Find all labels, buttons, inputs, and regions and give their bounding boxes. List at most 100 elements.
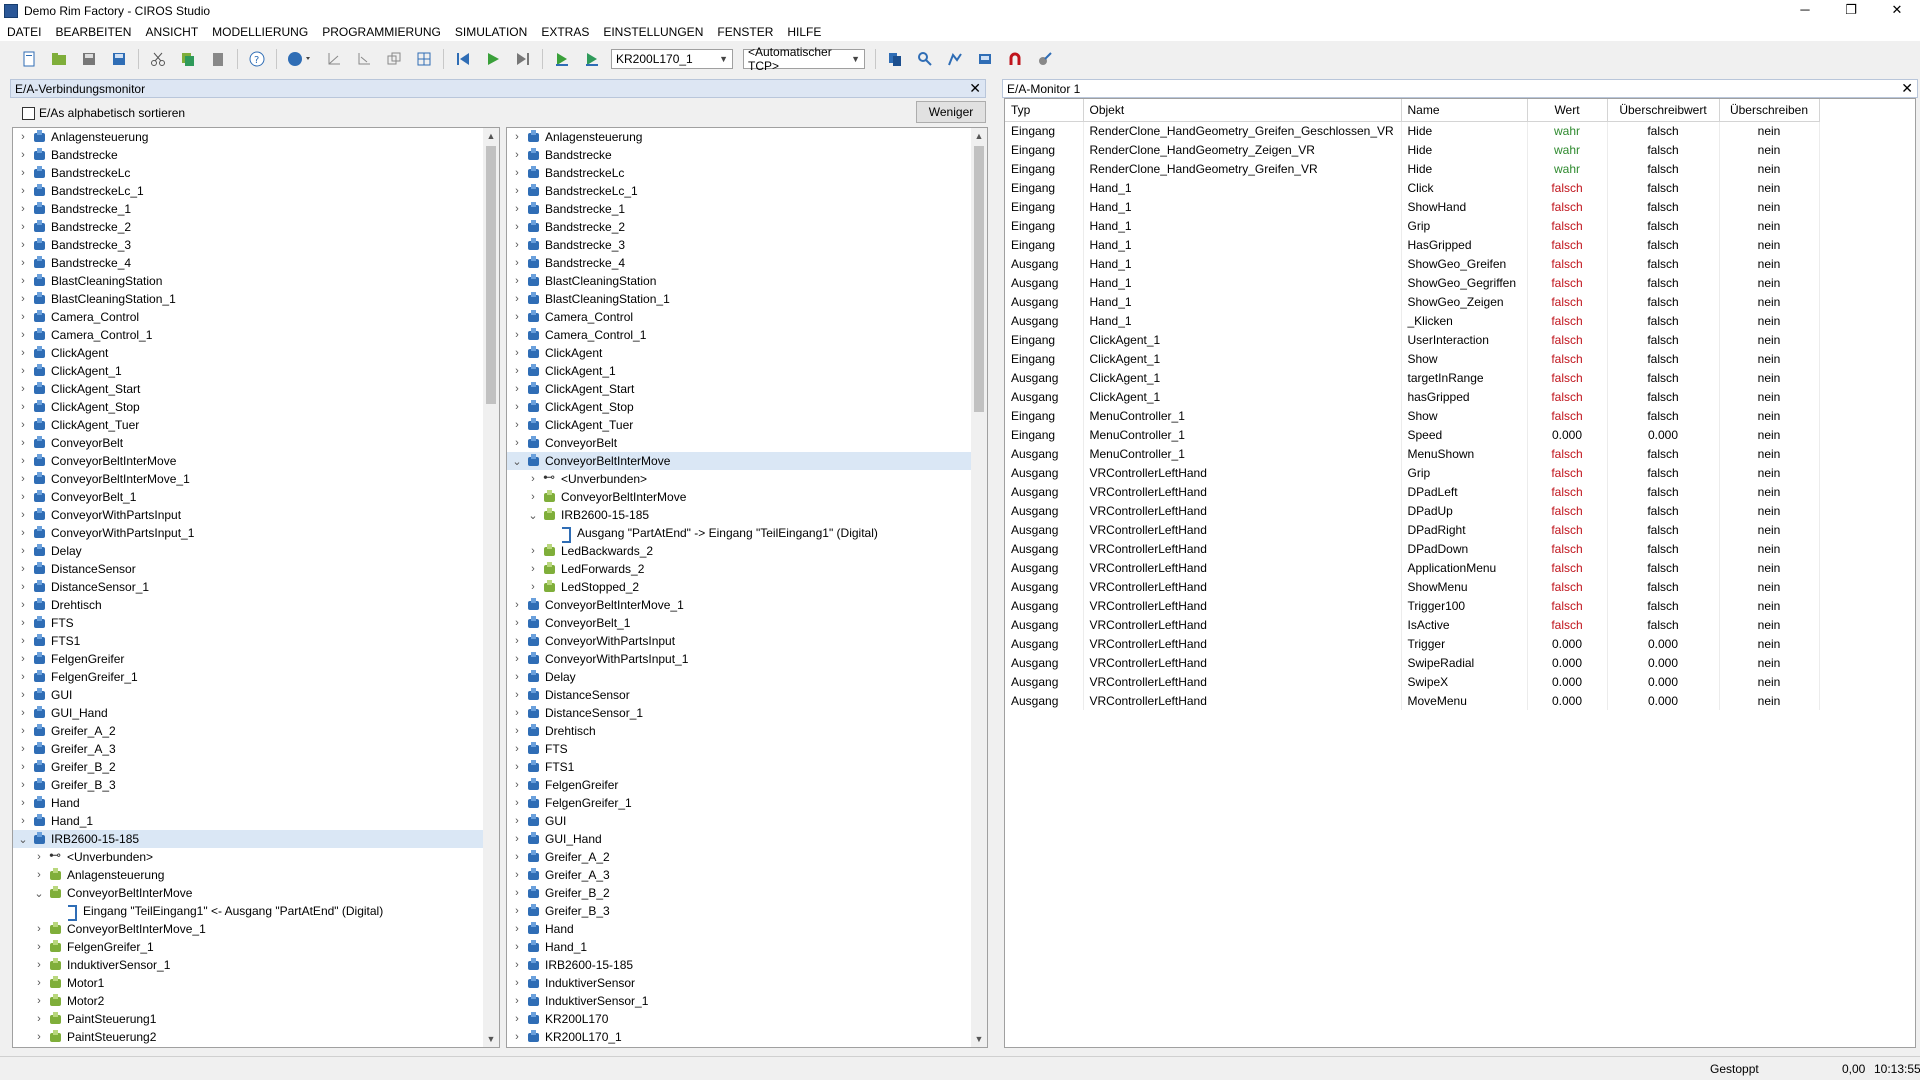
tree-item[interactable]: › Bandstrecke_3 [507,236,971,254]
tree-item[interactable]: › ClickAgent [507,344,971,362]
tcp-select[interactable]: <Automatischer TCP> ▼ [743,45,865,73]
tree-item[interactable]: › InduktiverSensor [507,974,971,992]
table-row[interactable]: Ausgang Hand_1 ShowGeo_Gegriffen falsch fals… [1005,273,1820,292]
tree-item[interactable]: › ConveyorBeltInterMove [13,452,483,470]
tree-item[interactable]: › ClickAgent [13,344,483,362]
tree-item[interactable]: › ConveyorWithPartsInput_1 [507,650,971,668]
tree-item[interactable]: › DistanceSensor [13,560,483,578]
chevron-right-icon[interactable]: › [17,617,29,629]
tree-item[interactable]: › ClickAgent_1 [13,362,483,380]
menu-extras[interactable]: EXTRAS [534,25,596,39]
close-icon[interactable]: ✕ [1901,80,1913,97]
tree-item[interactable]: › ClickAgent_Stop [507,398,971,416]
scrollbar-thumb[interactable] [974,146,984,412]
tree-item[interactable]: › GUI [13,686,483,704]
chevron-right-icon[interactable]: › [511,869,523,881]
chevron-right-icon[interactable]: › [511,365,523,377]
axis-x-icon[interactable] [323,48,345,70]
chevron-right-icon[interactable]: › [17,743,29,755]
chevron-right-icon[interactable]: › [511,149,523,161]
globe-dropdown-icon[interactable] [285,48,315,70]
chevron-right-icon[interactable]: › [17,725,29,737]
chevron-right-icon[interactable]: › [17,509,29,521]
chevron-down-icon[interactable]: ⌄ [511,455,523,468]
tree-item[interactable]: › Bandstrecke_4 [13,254,483,272]
tree-item[interactable]: › ConveyorWithPartsInput [13,506,483,524]
tree-item[interactable]: › InduktiverSensor_1 [13,956,483,974]
cell-override[interactable]: nein [1719,406,1820,425]
tree-item[interactable]: › LedStopped_2 [507,578,971,596]
tree-item[interactable]: › DistanceSensor [507,686,971,704]
cut-icon[interactable] [147,48,169,70]
tree-item[interactable]: › ConveyorBeltInterMove [507,488,971,506]
chevron-right-icon[interactable]: › [511,995,523,1007]
chevron-right-icon[interactable]: › [17,185,29,197]
tree-item[interactable]: › Camera_Control_1 [13,326,483,344]
cell-override[interactable]: nein [1719,121,1820,140]
step-icon[interactable] [512,48,534,70]
tree-item[interactable]: › Bandstrecke_3 [13,236,483,254]
chevron-right-icon[interactable]: › [511,743,523,755]
tree-item[interactable]: › Greifer_B_2 [13,758,483,776]
table-row[interactable]: Ausgang ClickAgent_1 targetInRange falsch fa… [1005,368,1820,387]
chevron-right-icon[interactable]: › [17,437,29,449]
run-to-icon[interactable] [581,48,603,70]
tree-item[interactable]: › ConveyorBelt [507,434,971,452]
tree-item[interactable]: › InduktiverSensor_1 [507,992,971,1010]
tree-item[interactable]: › Greifer_A_2 [507,848,971,866]
tree-item[interactable]: › Greifer_B_3 [507,902,971,920]
new-file-icon[interactable] [18,48,40,70]
search-user-icon[interactable] [914,48,936,70]
tree-item[interactable]: › Bandstrecke_1 [13,200,483,218]
chevron-right-icon[interactable]: › [511,383,523,395]
chevron-right-icon[interactable]: › [511,959,523,971]
tree-item[interactable]: › BandstreckeLc [13,164,483,182]
chevron-right-icon[interactable]: › [511,815,523,827]
less-button[interactable]: Weniger [916,101,986,123]
tree-item[interactable]: › Anlagensteuerung [13,866,483,884]
cell-override[interactable]: nein [1719,235,1820,254]
chevron-right-icon[interactable]: › [511,167,523,179]
cell-override[interactable]: nein [1719,444,1820,463]
cell-override[interactable]: nein [1719,387,1820,406]
tree-item[interactable]: ⌄ ConveyorBeltInterMove [13,884,483,902]
tree-item[interactable]: › ClickAgent_Tuer [13,416,483,434]
tree-item[interactable]: › FelgenGreifer [507,776,971,794]
cell-override[interactable]: nein [1719,311,1820,330]
scroll-down-icon[interactable]: ▼ [971,1031,987,1047]
tree-item[interactable]: › KR200L170 [507,1010,971,1028]
cell-override[interactable]: nein [1719,653,1820,672]
cell-override[interactable]: nein [1719,672,1820,691]
tree-item[interactable]: › ConveyorBeltInterMove_1 [507,596,971,614]
tree-item[interactable]: › LedBackwards_2 [507,542,971,560]
chevron-right-icon[interactable]: › [511,239,523,251]
chevron-right-icon[interactable]: › [33,977,45,989]
table-row[interactable]: Eingang MenuController_1 Speed 0.000 0.000 ne… [1005,425,1820,444]
cell-override[interactable]: nein [1719,558,1820,577]
chevron-right-icon[interactable]: › [527,563,539,575]
help-icon[interactable]: ? [246,48,268,70]
chevron-right-icon[interactable]: › [511,617,523,629]
tree-item[interactable]: › ConveyorBeltInterMove_1 [13,920,483,938]
chevron-right-icon[interactable]: › [511,635,523,647]
chevron-right-icon[interactable]: › [33,1031,45,1043]
tree-item[interactable]: ⌄ IRB2600-15-185 [13,830,483,848]
tree-item[interactable]: › ConveyorWithPartsInput [507,632,971,650]
tree-item[interactable]: › Bandstrecke_2 [507,218,971,236]
tree-item[interactable]: › <Unverbunden> [507,470,971,488]
tree-item[interactable]: Eingang "TeilEingang1" <- Ausgang "PartA… [13,902,483,921]
tree-item[interactable]: › PaintSteuerung1 [13,1010,483,1028]
tree-item[interactable]: › FelgenGreifer_1 [13,938,483,956]
chevron-right-icon[interactable]: › [33,941,45,953]
chevron-down-icon[interactable]: ⌄ [33,887,45,900]
chevron-right-icon[interactable]: › [17,815,29,827]
chevron-right-icon[interactable]: › [511,257,523,269]
chevron-right-icon[interactable]: › [511,887,523,899]
tree-item[interactable]: › Hand_1 [13,812,483,830]
import-icon[interactable] [974,48,996,70]
chevron-right-icon[interactable]: › [17,635,29,647]
tree-item[interactable]: › BandstreckeLc_1 [13,182,483,200]
table-row[interactable]: Ausgang VRControllerLeftHand IsActive falsc… [1005,615,1820,634]
tree-item[interactable]: › FTS [507,740,971,758]
tree-item[interactable]: › Bandstrecke_4 [507,254,971,272]
